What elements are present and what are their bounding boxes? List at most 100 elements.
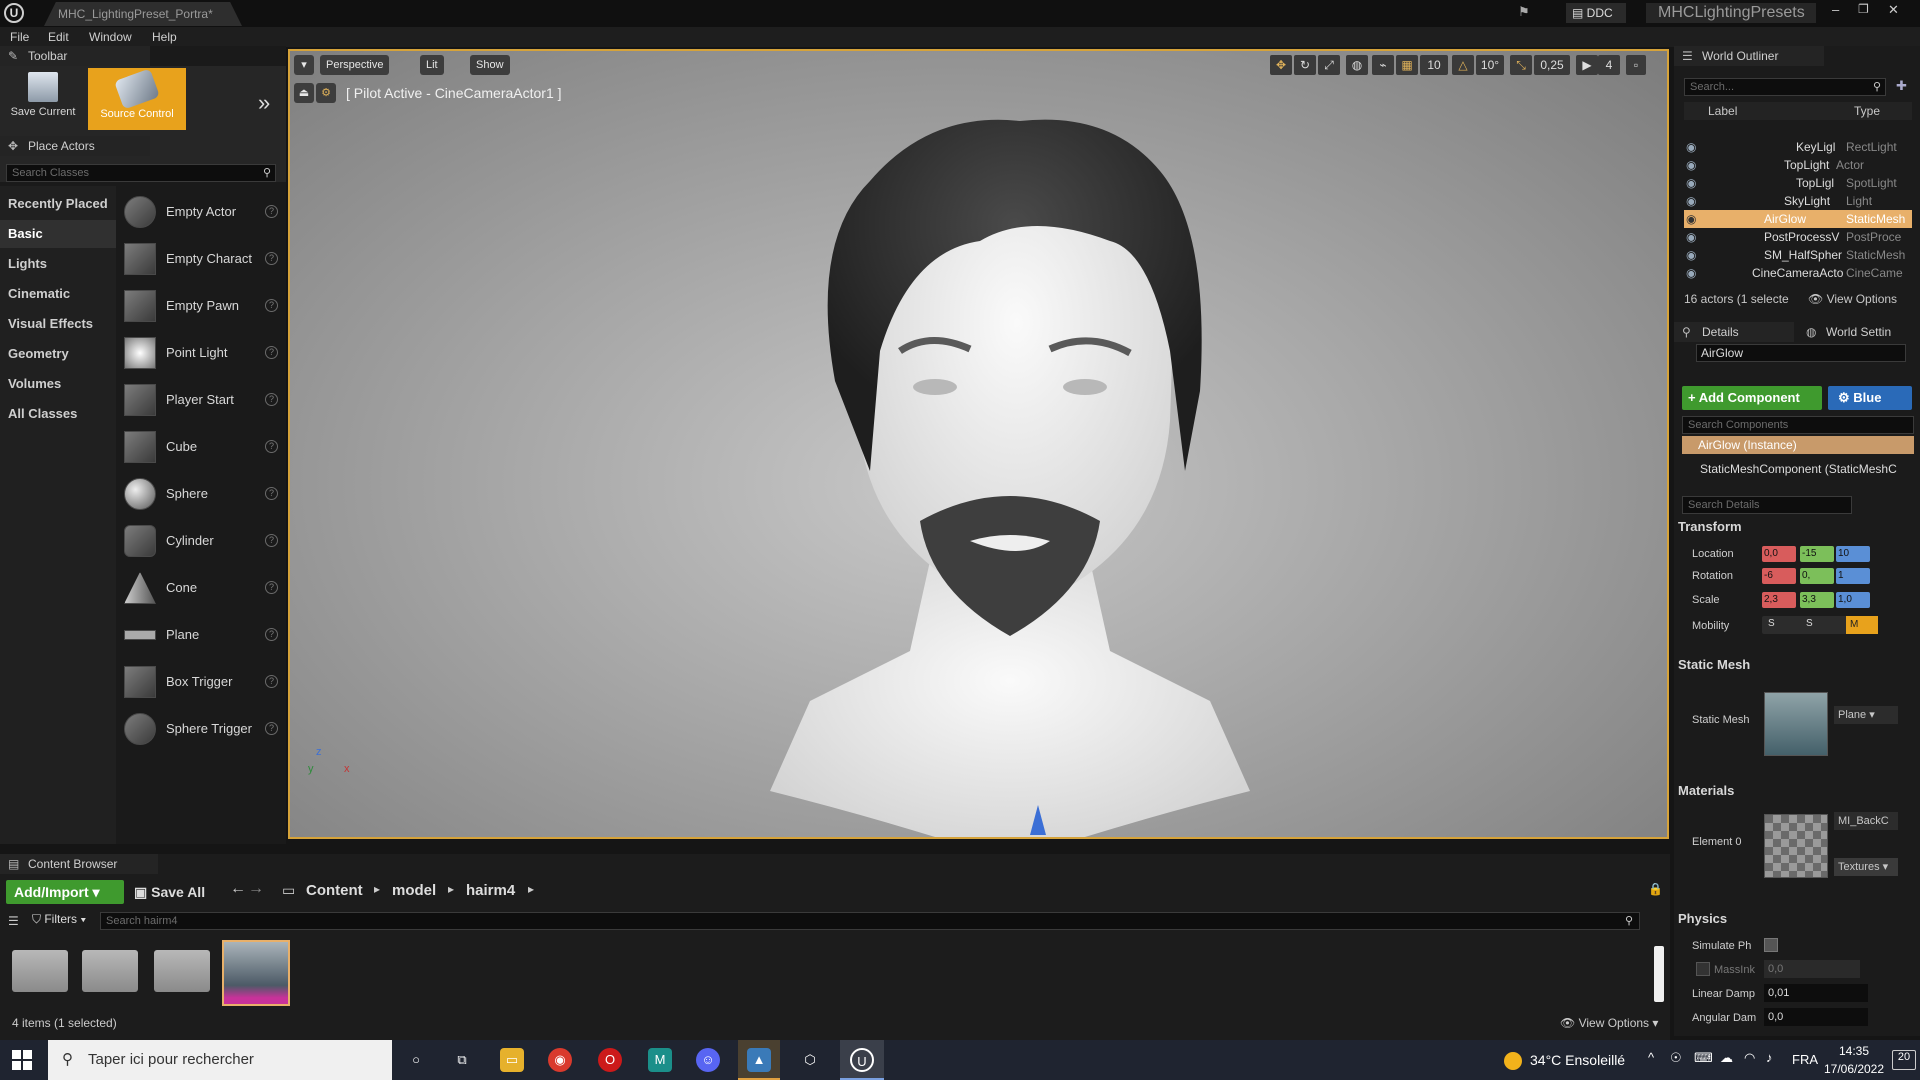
visibility-eye-icon[interactable]: ◉ — [1686, 264, 1696, 282]
translate-mode-icon[interactable]: ✥ — [1270, 55, 1292, 75]
static-mesh-dropdown[interactable]: Plane ▾ — [1834, 706, 1898, 724]
content-search-input[interactable]: Search hairm4 ⚲ — [100, 912, 1640, 930]
perspective-button[interactable]: Perspective — [320, 55, 390, 75]
outliner-row[interactable]: ◉ TopLigl SpotLight — [1684, 174, 1912, 192]
pilot-eject-button[interactable]: ⏏ — [294, 83, 314, 103]
actor-item-cone[interactable]: Cone? — [124, 566, 282, 610]
help-icon[interactable]: ? — [265, 581, 278, 594]
notification-center[interactable]: 20 — [1892, 1050, 1916, 1070]
save-current-button[interactable]: Save Current — [4, 70, 82, 130]
label-column-header[interactable]: Label — [1708, 104, 1737, 118]
rotation-x-field[interactable]: -6 — [1762, 568, 1796, 584]
outliner-row[interactable]: ◉ SM_HalfSpher StaticMesh — [1684, 246, 1912, 264]
material-thumbnail[interactable] — [1764, 814, 1828, 878]
clock-date[interactable]: 17/06/2022 — [1822, 1062, 1886, 1076]
actor-item-sphere-trigger[interactable]: Sphere Trigger? — [124, 707, 282, 751]
keyboard-icon[interactable]: ⌨ — [1694, 1050, 1713, 1066]
add-component-button[interactable]: + Add Component — [1682, 386, 1822, 410]
sources-toggle-icon[interactable]: ☰ — [8, 914, 19, 928]
toolbar-tab[interactable]: ✎ Toolbar — [0, 46, 150, 66]
rotation-y-field[interactable]: 0, — [1800, 568, 1834, 584]
category-visual-effects[interactable]: Visual Effects — [0, 310, 116, 338]
actor-item-empty-pawn[interactable]: Empty Pawn? — [124, 284, 282, 328]
discord-icon[interactable]: ☺ — [696, 1048, 720, 1072]
taskbar-search-input[interactable]: ⚲ Taper ici pour rechercher — [48, 1040, 392, 1080]
language-indicator[interactable]: FRA — [1792, 1052, 1818, 1067]
chrome-icon[interactable]: ◉ — [548, 1048, 572, 1072]
category-geometry[interactable]: Geometry — [0, 340, 116, 368]
gizmo-arrow-icon[interactable] — [1030, 805, 1046, 835]
content-scrollbar[interactable] — [1654, 946, 1664, 1002]
linear-damping-field[interactable]: 0,01 — [1764, 984, 1868, 1002]
location-y-field[interactable]: -15 — [1800, 546, 1834, 562]
toolbar-expand-icon[interactable]: » — [258, 90, 270, 116]
folder-icon[interactable] — [154, 950, 210, 992]
actor-name-field[interactable]: AirGlow — [1696, 344, 1906, 362]
grid-snap-value[interactable]: 10 — [1420, 55, 1448, 75]
search-classes-input[interactable]: Search Classes ⚲ — [6, 164, 276, 182]
transform-section-header[interactable]: Transform — [1678, 516, 1742, 538]
show-button[interactable]: Show — [470, 55, 510, 75]
mass-checkbox[interactable] — [1696, 962, 1710, 976]
unreal-logo-icon[interactable]: U — [4, 3, 24, 23]
volume-icon[interactable]: ♪ — [1766, 1050, 1773, 1065]
asset-thumbnail-selected[interactable] — [222, 940, 290, 1006]
onedrive-icon[interactable]: ☁ — [1720, 1050, 1733, 1066]
camera-speed-value[interactable]: 4 — [1598, 55, 1620, 75]
static-mesh-section-header[interactable]: Static Mesh — [1678, 654, 1750, 676]
scale-snap-icon[interactable]: ⤡ — [1510, 55, 1532, 75]
actor-item-box-trigger[interactable]: Box Trigger? — [124, 660, 282, 704]
grid-snap-icon[interactable]: ▦ — [1396, 55, 1418, 75]
help-icon[interactable]: ? — [265, 299, 278, 312]
network-icon[interactable]: ◠ — [1744, 1050, 1755, 1066]
static-mesh-component-row[interactable]: StaticMeshComponent (StaticMeshC — [1700, 462, 1916, 476]
visibility-eye-icon[interactable]: ◉ — [1686, 192, 1696, 210]
visibility-eye-icon[interactable]: ◉ — [1686, 228, 1696, 246]
mass-field[interactable]: 0,0 — [1764, 960, 1860, 978]
maximize-viewport-icon[interactable]: ▫ — [1626, 55, 1646, 75]
rotation-snap-value[interactable]: 10° — [1476, 55, 1504, 75]
add-import-button[interactable]: Add/Import ▾ — [6, 880, 124, 904]
menu-window[interactable]: Window — [89, 27, 132, 47]
weather-text[interactable]: 34°C Ensoleillé — [1530, 1052, 1625, 1068]
instance-component-row[interactable]: AirGlow (Instance) — [1682, 436, 1914, 454]
scale-z-field[interactable]: 1,0 — [1836, 592, 1870, 608]
lock-icon[interactable]: 🔒 — [1648, 882, 1663, 896]
visibility-eye-icon[interactable]: ◉ — [1686, 174, 1696, 192]
content-view-options[interactable]: 👁 View Options ▾ — [1560, 1016, 1658, 1030]
help-icon[interactable]: ? — [265, 487, 278, 500]
outliner-row[interactable]: ◉ TopLight Actor — [1684, 156, 1912, 174]
simulate-physics-checkbox[interactable] — [1764, 938, 1778, 952]
category-cinematic[interactable]: Cinematic — [0, 280, 116, 308]
path-hairm4[interactable]: hairm4 — [466, 882, 515, 899]
blueprint-button[interactable]: ⚙ Blue — [1828, 386, 1912, 410]
help-icon[interactable]: ? — [265, 722, 278, 735]
actor-item-plane[interactable]: Plane? — [124, 613, 282, 657]
material-dropdown[interactable]: MI_BackC — [1834, 812, 1898, 830]
surface-snap-icon[interactable]: ⌁ — [1372, 55, 1394, 75]
maya-icon[interactable]: M — [648, 1048, 672, 1072]
visibility-eye-icon[interactable]: ◉ — [1686, 156, 1696, 174]
actor-item-sphere[interactable]: Sphere? — [124, 472, 282, 516]
visibility-eye-icon[interactable]: ◉ — [1686, 246, 1696, 264]
category-volumes[interactable]: Volumes — [0, 370, 116, 398]
search-components-input[interactable]: Search Components — [1682, 416, 1914, 434]
folder-icon[interactable] — [82, 950, 138, 992]
actor-item-cylinder[interactable]: Cylinder? — [124, 519, 282, 563]
scale-snap-value[interactable]: 0,25 — [1534, 55, 1570, 75]
document-tab[interactable]: MHC_LightingPreset_Portra* — [44, 2, 242, 26]
type-column-header[interactable]: Type — [1854, 104, 1880, 118]
category-recently-placed[interactable]: Recently Placed — [0, 190, 116, 218]
ddc-button[interactable]: ▤ DDC — [1566, 3, 1626, 23]
category-all-classes[interactable]: All Classes — [0, 400, 116, 428]
help-icon[interactable]: ? — [265, 440, 278, 453]
folder-icon[interactable] — [12, 950, 68, 992]
mobility-static-option[interactable]: S — [1768, 618, 1775, 629]
details-tab[interactable]: ⚲ Details — [1674, 322, 1794, 342]
source-control-status-icon[interactable]: ⚑ — [1518, 4, 1538, 22]
scale-mode-icon[interactable]: ⤢ — [1318, 55, 1340, 75]
static-mesh-thumbnail[interactable] — [1764, 692, 1828, 756]
camera-speed-icon[interactable]: ▶ — [1576, 55, 1598, 75]
path-model[interactable]: model — [392, 882, 436, 899]
back-arrow-icon[interactable]: ← — [230, 880, 246, 898]
